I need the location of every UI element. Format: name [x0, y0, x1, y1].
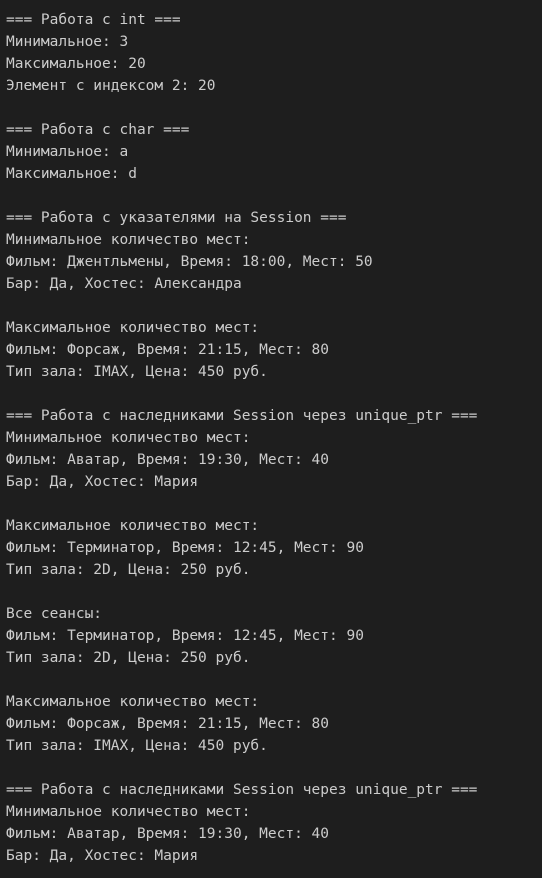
output-line: Тип зала: IMAX, Цена: 450 руб. — [6, 738, 268, 754]
output-line: Бар: Да, Хостес: Мария — [6, 474, 199, 490]
output-line: Максимальное: 20 — [6, 56, 146, 72]
output-line: Минимальное: 3 — [6, 34, 129, 50]
output-line: Фильм: Аватар, Время: 19:30, Мест: 40 — [6, 826, 330, 842]
output-line: Все сеансы: — [6, 606, 103, 622]
output-line: Тип зала: 2D, Цена: 250 руб. — [6, 562, 251, 578]
terminal-output[interactable]: === Работа с int === Минимальное: 3 Макс… — [0, 0, 542, 878]
output-line: Фильм: Аватар, Время: 19:30, Мест: 40 — [6, 452, 330, 468]
output-line-blank — [6, 581, 542, 603]
output-line-blank — [6, 757, 542, 779]
output-line: Фильм: Форсаж, Время: 21:15, Мест: 80 — [6, 342, 330, 358]
output-line-blank — [6, 383, 542, 405]
output-line-blank — [6, 295, 542, 317]
output-line: Фильм: Терминатор, Время: 12:45, Мест: 9… — [6, 540, 364, 556]
output-line: Минимальное количество мест: — [6, 232, 251, 248]
output-line: Фильм: Терминатор, Время: 12:45, Мест: 9… — [6, 628, 364, 644]
output-line: Минимальное количество мест: — [6, 804, 251, 820]
output-line-blank — [6, 185, 542, 207]
output-line: Максимальное: d — [6, 166, 137, 182]
output-line: Бар: Да, Хостес: Александра — [6, 276, 242, 292]
output-line: Минимальное количество мест: — [6, 430, 251, 446]
output-line-header-int: === Работа с int === — [6, 12, 181, 28]
output-line-header-unique-ptr: === Работа с наследниками Session через … — [6, 782, 478, 798]
output-line: Бар: Да, Хостес: Мария — [6, 848, 199, 864]
output-line-blank — [6, 669, 542, 691]
output-line: Тип зала: 2D, Цена: 250 руб. — [6, 650, 251, 666]
output-line: Максимальное количество мест: — [6, 694, 260, 710]
output-line-blank — [6, 493, 542, 515]
output-line: Максимальное количество мест: — [6, 518, 260, 534]
output-line: Минимальное: a — [6, 144, 129, 160]
output-line: Элемент с индексом 2: 20 — [6, 78, 216, 94]
output-line-header-pointers: === Работа с указателями на Session === — [6, 210, 347, 226]
output-line: Максимальное количество мест: — [6, 320, 260, 336]
output-line-blank — [6, 97, 542, 119]
output-line: Тип зала: IMAX, Цена: 450 руб. — [6, 364, 268, 380]
output-line: Фильм: Форсаж, Время: 21:15, Мест: 80 — [6, 716, 330, 732]
output-line-header-unique-ptr: === Работа с наследниками Session через … — [6, 408, 478, 424]
output-line-header-char: === Работа с char === — [6, 122, 190, 138]
output-line: Фильм: Джентльмены, Время: 18:00, Мест: … — [6, 254, 373, 270]
